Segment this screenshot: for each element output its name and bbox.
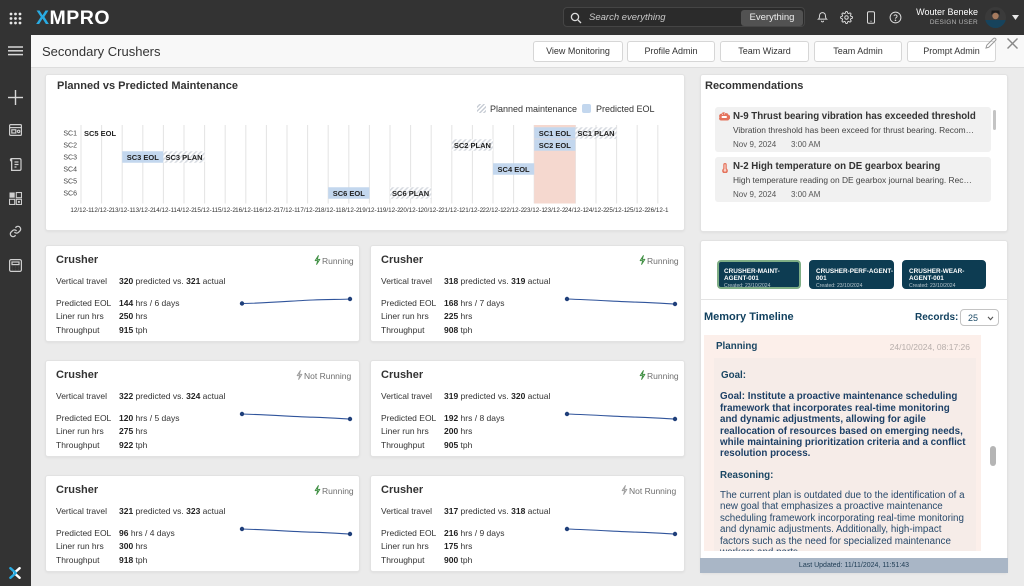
svg-text:26/12-1: 26/12-1	[647, 207, 669, 214]
svg-text:SC2: SC2	[63, 143, 77, 150]
svg-text:16/12-2: 16/12-2	[256, 207, 278, 214]
svg-text:16/12-1: 16/12-1	[235, 207, 257, 214]
svg-text:SC2 EOL: SC2 EOL	[539, 141, 572, 150]
svg-text:SC3 EOL: SC3 EOL	[127, 153, 160, 162]
svg-text:14/12-1: 14/12-1	[153, 207, 175, 214]
svg-text:19/12-1: 19/12-1	[359, 207, 381, 214]
svg-text:SC2 PLAN: SC2 PLAN	[454, 141, 491, 150]
svg-text:13/12-2: 13/12-2	[132, 207, 154, 214]
svg-text:SC4 EOL: SC4 EOL	[498, 165, 531, 174]
svg-text:20/12-2: 20/12-2	[421, 207, 443, 214]
svg-text:SC6 PLAN: SC6 PLAN	[392, 189, 429, 198]
svg-text:22/12-2: 22/12-2	[503, 207, 525, 214]
svg-text:SC6: SC6	[63, 191, 77, 198]
svg-text:24/12-1: 24/12-1	[565, 207, 587, 214]
svg-text:21/12-2: 21/12-2	[462, 207, 484, 214]
svg-text:SC3: SC3	[63, 155, 77, 162]
svg-text:23/12-2: 23/12-2	[544, 207, 566, 214]
svg-text:15/12-1: 15/12-1	[194, 207, 216, 214]
svg-text:13/12-1: 13/12-1	[112, 207, 134, 214]
svg-text:20/12-1: 20/12-1	[400, 207, 422, 214]
svg-text:12/12-1: 12/12-1	[70, 207, 92, 214]
svg-text:18/12-1: 18/12-1	[318, 207, 340, 214]
svg-text:SC5 EOL: SC5 EOL	[84, 129, 117, 138]
svg-text:23/12-1: 23/12-1	[524, 207, 546, 214]
svg-text:24/12-2: 24/12-2	[585, 207, 607, 214]
svg-text:12/12-2: 12/12-2	[91, 207, 113, 214]
svg-text:17/12-2: 17/12-2	[297, 207, 319, 214]
svg-text:SC4: SC4	[63, 167, 77, 174]
svg-text:SC1: SC1	[63, 131, 77, 138]
svg-text:21/12-1: 21/12-1	[441, 207, 463, 214]
svg-text:25/12-1: 25/12-1	[606, 207, 628, 214]
svg-text:25/12-2: 25/12-2	[627, 207, 649, 214]
svg-text:18/12-2: 18/12-2	[338, 207, 360, 214]
svg-text:SC5: SC5	[63, 179, 77, 186]
svg-text:17/12-1: 17/12-1	[276, 207, 298, 214]
svg-text:SC1 EOL: SC1 EOL	[539, 129, 572, 138]
svg-text:SC3 PLAN: SC3 PLAN	[165, 153, 202, 162]
svg-text:22/12-1: 22/12-1	[482, 207, 504, 214]
svg-text:SC1 PLAN: SC1 PLAN	[577, 129, 614, 138]
svg-text:14/12-2: 14/12-2	[173, 207, 195, 214]
svg-text:SC6 EOL: SC6 EOL	[333, 189, 366, 198]
svg-text:19/12-2: 19/12-2	[379, 207, 401, 214]
svg-text:15/12-2: 15/12-2	[215, 207, 237, 214]
